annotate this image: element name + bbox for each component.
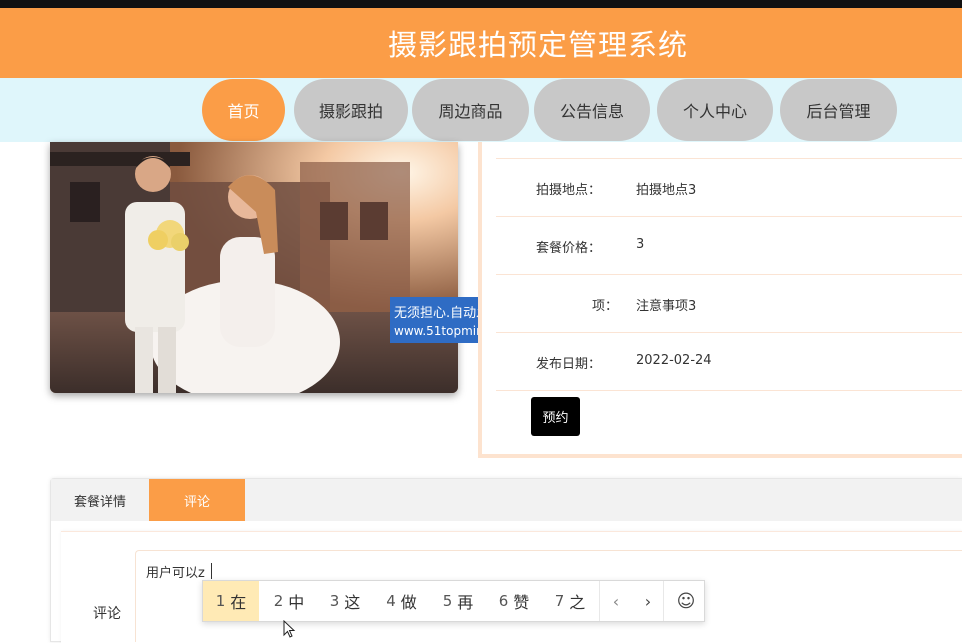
nav-item-admin[interactable]: 后台管理 (780, 79, 897, 141)
ime-emoji-icon[interactable]: ☺ (667, 581, 705, 621)
book-button[interactable]: 预约 (531, 397, 580, 436)
ime-candidate[interactable]: 4做 (373, 581, 430, 621)
package-photo (50, 142, 458, 393)
ime-candidate[interactable]: 6赞 (486, 581, 542, 621)
info-label: 项： (592, 299, 619, 314)
site-header: 摄影跟拍预定管理系统 (0, 8, 962, 78)
nav-item-announcements[interactable]: 公告信息 (534, 79, 650, 141)
ime-candidate[interactable]: 2中 (261, 581, 317, 621)
comment-typed-text: 用户可以z (146, 566, 205, 581)
info-label: 拍摄地点： (536, 183, 602, 198)
info-value: 注意事项3 (636, 299, 697, 314)
package-info-panel: 拍摄地点： 拍摄地点3 套餐价格： 3 项： 注意事项3 发布日期： 2022-… (478, 142, 962, 458)
ime-prev-page-icon[interactable]: ‹ (601, 581, 631, 621)
nav-item-personal-center[interactable]: 个人中心 (657, 79, 773, 141)
ime-candidate[interactable]: 7之 (542, 581, 598, 621)
ime-candidate-bar: 1在 2中 3这 4做 5再 6赞 7之 ‹ › ☺ (202, 580, 705, 622)
ime-next-page-icon[interactable]: › (633, 581, 663, 621)
tab-comments[interactable]: 评论 (149, 479, 245, 521)
info-row-price: 套餐价格： 3 (496, 216, 962, 274)
nav-item-home[interactable]: 首页 (202, 79, 285, 141)
ime-candidate[interactable]: 3这 (317, 581, 373, 621)
info-row-actions: 预约 (496, 390, 962, 448)
info-label: 发布日期： (536, 357, 602, 372)
ime-divider (599, 581, 600, 621)
info-row-location: 拍摄地点： 拍摄地点3 (496, 158, 962, 216)
info-row-date: 发布日期： 2022-02-24 (496, 332, 962, 390)
info-row-notes: 项： 注意事项3 (496, 274, 962, 332)
info-value: 2022-02-24 (636, 353, 712, 368)
nav-item-photo-follow[interactable]: 摄影跟拍 (294, 79, 408, 141)
main-nav: 首页 摄影跟拍 周边商品 公告信息 个人中心 后台管理 (0, 78, 962, 142)
info-label: 套餐价格： (536, 241, 602, 256)
ime-divider (663, 581, 664, 621)
tab-header: 套餐详情 评论 (51, 479, 962, 521)
text-caret (211, 563, 212, 579)
tab-package-details[interactable]: 套餐详情 (51, 479, 149, 521)
wedding-photo-image (50, 142, 458, 393)
window-top-edge (0, 0, 962, 8)
ime-candidate[interactable]: 5再 (430, 581, 486, 621)
info-value: 3 (636, 237, 645, 252)
ime-candidate[interactable]: 1在 (203, 581, 259, 621)
nav-item-merchandise[interactable]: 周边商品 (412, 79, 529, 141)
site-title: 摄影跟拍预定管理系统 (387, 28, 688, 62)
info-value: 拍摄地点3 (636, 183, 697, 198)
mouse-pointer-icon (283, 620, 296, 638)
comment-field-label: 评论 (93, 606, 121, 622)
